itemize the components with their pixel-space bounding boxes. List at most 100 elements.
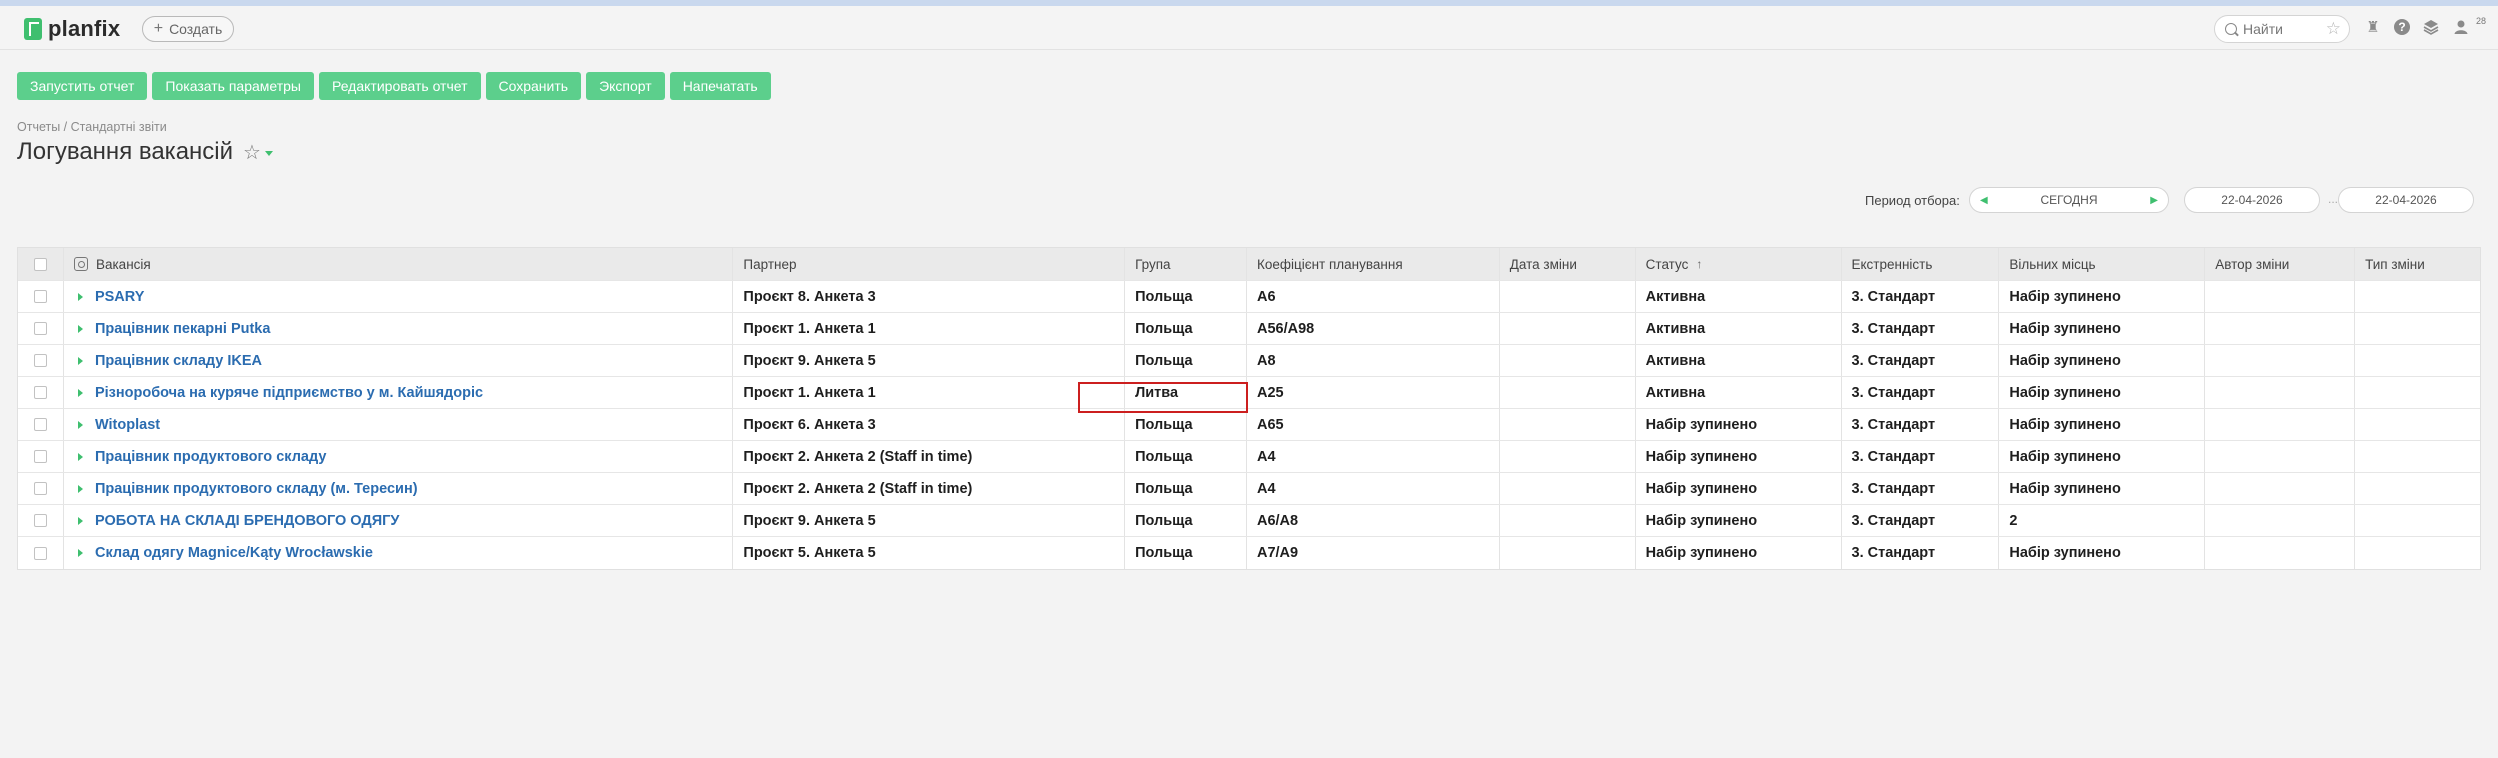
date-from-field[interactable]: 22-04-2026 bbox=[2184, 187, 2320, 213]
vacancy-link[interactable]: Склад одягу Magnice/Kąty Wrocławskie bbox=[95, 545, 373, 561]
expand-arrow-icon[interactable] bbox=[77, 324, 83, 333]
status-cell: Набір зупинено bbox=[1636, 473, 1842, 504]
show-params-button[interactable]: Показать параметры bbox=[152, 72, 314, 100]
next-period-icon[interactable]: ▶ bbox=[2150, 195, 2158, 206]
top-icons: ♜ ? 28 bbox=[2364, 16, 2492, 36]
urgency-cell: 3. Стандарт bbox=[1842, 345, 2000, 376]
table-row[interactable]: PSARY Проєкт 8. Анкета 3 Польща A6 Активна 3.… bbox=[18, 281, 2480, 313]
free-places-cell: Набір зупинено bbox=[1999, 377, 2206, 408]
expand-arrow-icon[interactable] bbox=[77, 549, 83, 557]
layers-icon[interactable] bbox=[2422, 18, 2440, 36]
vacancy-link[interactable]: PSARY bbox=[95, 289, 144, 305]
koef-cell: A4 bbox=[1247, 473, 1500, 504]
group-cell: Польща bbox=[1125, 505, 1247, 536]
row-checkbox[interactable] bbox=[33, 514, 47, 527]
expand-arrow-icon[interactable] bbox=[77, 484, 83, 493]
table-row[interactable]: Witoplast Проєкт 6. Анкета 3 Польща A65 Набі… bbox=[18, 409, 2480, 441]
create-button[interactable]: + Создать bbox=[142, 16, 234, 42]
table-row[interactable]: Працівник продуктового складу Проєкт 2. А… bbox=[18, 441, 2480, 473]
table-row[interactable]: РОБОТА НА СКЛАДІ БРЕНДОВОГО ОДЯГУ Проєкт … bbox=[18, 505, 2480, 537]
column-author[interactable]: Автор зміни bbox=[2205, 248, 2356, 280]
table-row[interactable]: Різноробоча на куряче підприємство у м. … bbox=[18, 377, 2480, 409]
expand-arrow-icon[interactable] bbox=[77, 388, 83, 397]
planfix-logo[interactable]: planfix bbox=[24, 16, 120, 42]
date-to-field[interactable]: 22-04-2026 bbox=[2338, 187, 2474, 213]
row-checkbox[interactable] bbox=[33, 290, 47, 303]
expand-arrow-icon[interactable] bbox=[77, 356, 83, 365]
help-icon[interactable]: ? bbox=[2394, 19, 2410, 35]
expand-arrow-icon[interactable] bbox=[77, 452, 83, 461]
free-places-cell: Набір зупинено bbox=[1999, 281, 2206, 312]
partner-cell: Проєкт 1. Анкета 1 bbox=[733, 377, 1126, 408]
run-report-button[interactable]: Запустить отчет bbox=[17, 72, 148, 100]
column-status[interactable]: Статус ↑ bbox=[1636, 248, 1842, 280]
vacancy-link[interactable]: Працівник продуктового складу bbox=[95, 449, 326, 465]
column-group[interactable]: Група bbox=[1125, 248, 1247, 280]
column-vacancy[interactable]: Вакансія bbox=[64, 248, 734, 280]
search-placeholder: Найти bbox=[2243, 21, 2283, 37]
search-input[interactable]: Найти ☆ bbox=[2214, 15, 2350, 43]
table-row[interactable]: Працівник пекарні Putka Проєкт 1. Анкета … bbox=[18, 313, 2480, 345]
breadcrumb[interactable]: Отчеты / Стандартні звіти bbox=[17, 120, 167, 134]
expand-arrow-icon[interactable] bbox=[77, 292, 83, 301]
table-row[interactable]: Працівник складу IKEA Проєкт 9. Анкета 5П… bbox=[18, 345, 2480, 377]
expand-arrow-icon[interactable] bbox=[77, 516, 83, 525]
vacancy-link[interactable]: Witoplast bbox=[95, 417, 160, 433]
favorite-star-icon[interactable]: ☆ bbox=[243, 140, 261, 165]
row-checkbox[interactable] bbox=[33, 450, 47, 463]
partner-cell: Проєкт 8. Анкета 3 bbox=[733, 281, 1126, 312]
free-places-cell: Набір зупинено bbox=[1999, 537, 2206, 569]
row-checkbox[interactable] bbox=[33, 386, 47, 399]
save-button[interactable]: Сохранить bbox=[485, 72, 582, 100]
free-places-cell: Набір зупинено bbox=[1999, 441, 2206, 472]
report-table: Вакансія Партнер Група Коефіцієнт планув… bbox=[17, 247, 2481, 570]
vacancy-link[interactable]: Працівник складу IKEA bbox=[95, 353, 262, 369]
row-checkbox[interactable] bbox=[33, 418, 47, 431]
vacancy-link[interactable]: Працівник продуктового складу (м. Тереси… bbox=[95, 481, 418, 497]
free-places-cell: Набір зупинено bbox=[1999, 473, 2206, 504]
column-urgency[interactable]: Екстренність bbox=[1842, 248, 2000, 280]
vacancy-link[interactable]: Працівник пекарні Putka bbox=[95, 321, 270, 337]
date-cell bbox=[1500, 537, 1636, 569]
column-change-type[interactable]: Тип зміни bbox=[2355, 248, 2480, 280]
page-title-text: Логування вакансій bbox=[17, 138, 234, 165]
group-cell: Польща bbox=[1125, 281, 1247, 312]
partner-cell: Проєкт 2. Анкета 2 (Staff in time) bbox=[733, 441, 1126, 472]
column-free-places[interactable]: Вільних місць bbox=[1999, 248, 2206, 280]
author-cell bbox=[2205, 345, 2356, 376]
free-places-cell: Набір зупинено bbox=[1999, 313, 2206, 344]
date-cell bbox=[1500, 409, 1636, 440]
column-label: Вакансія bbox=[95, 256, 151, 272]
user-icon[interactable] bbox=[2452, 18, 2470, 36]
row-checkbox[interactable] bbox=[33, 482, 47, 495]
vacancy-link[interactable]: РОБОТА НА СКЛАДІ БРЕНДОВОГО ОДЯГУ bbox=[95, 513, 399, 529]
table-row[interactable]: Працівник продуктового складу (м. Тереси… bbox=[18, 473, 2480, 505]
column-koef[interactable]: Коефіцієнт планування bbox=[1247, 248, 1500, 280]
row-checkbox[interactable] bbox=[33, 322, 47, 335]
vacancy-cell: Witoplast bbox=[64, 409, 734, 440]
star-icon[interactable]: ☆ bbox=[2326, 19, 2341, 39]
column-partner[interactable]: Партнер bbox=[733, 248, 1126, 280]
date-cell bbox=[1500, 313, 1636, 344]
row-checkbox[interactable] bbox=[33, 354, 47, 367]
export-button[interactable]: Экспорт bbox=[586, 72, 665, 100]
row-checkbox[interactable] bbox=[33, 546, 47, 560]
period-value: СЕГОДНЯ bbox=[2040, 193, 2098, 207]
select-all-checkbox[interactable] bbox=[33, 257, 47, 271]
vacancy-cell: Працівник продуктового складу bbox=[64, 441, 734, 472]
print-button[interactable]: Напечатать bbox=[669, 72, 771, 100]
edit-report-button[interactable]: Редактировать отчет bbox=[318, 72, 481, 100]
create-label: Создать bbox=[169, 21, 223, 37]
date-separator: ... bbox=[2328, 192, 2339, 206]
expand-arrow-icon[interactable] bbox=[77, 420, 83, 429]
vacancy-link[interactable]: Різноробоча на куряче підприємство у м. … bbox=[95, 385, 483, 401]
row-checkbox-cell bbox=[18, 441, 64, 472]
partner-cell: Проєкт 5. Анкета 5 bbox=[733, 537, 1126, 569]
pin-icon[interactable]: ♜ bbox=[2364, 18, 2382, 36]
period-select[interactable]: ◀ СЕГОДНЯ ▶ bbox=[1969, 187, 2169, 213]
column-date[interactable]: Дата зміни bbox=[1500, 248, 1636, 280]
table-row[interactable]: Склад одягу Magnice/Kąty Wrocławskie Проє… bbox=[18, 537, 2480, 569]
chevron-down-icon[interactable] bbox=[264, 150, 273, 156]
prev-period-icon[interactable]: ◀ bbox=[1980, 195, 1988, 206]
column-settings-icon[interactable] bbox=[73, 257, 88, 271]
